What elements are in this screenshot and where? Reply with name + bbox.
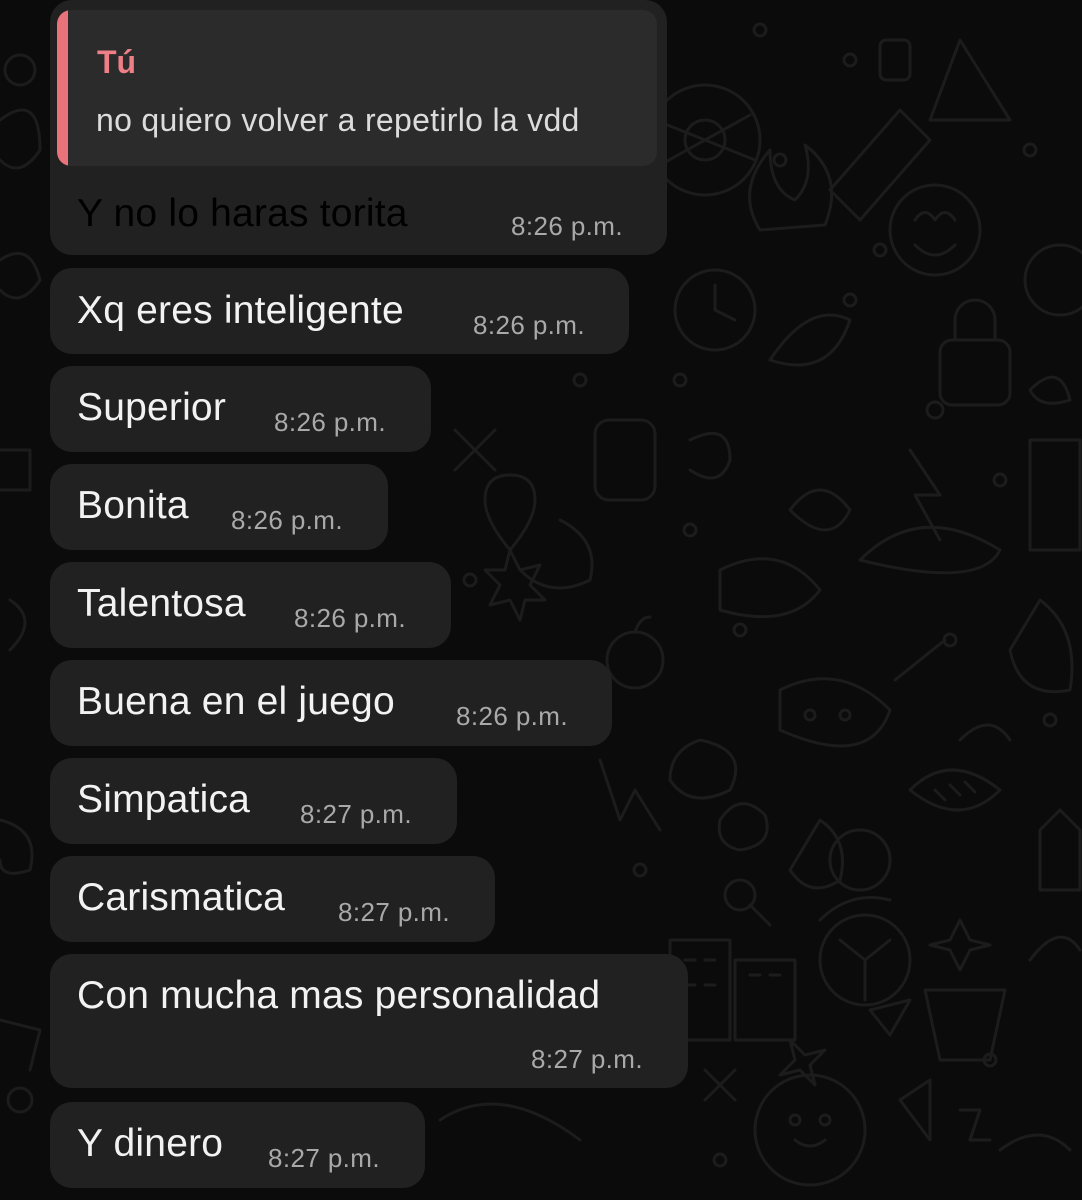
message-timestamp: 8:26 p.m. [274,407,386,437]
message-text: Bonita [77,484,189,527]
message-timestamp: 8:26 p.m. [231,505,343,535]
reply-quote-accent-bar [57,10,68,166]
message-text: Superior [77,386,227,429]
message-bubble[interactable]: Simpatica 8:27 p.m. [50,758,457,844]
chat-message-list: Tú no quiero volver a repetirlo la vdd Y… [0,0,1082,1200]
message-bubble[interactable]: Bonita 8:26 p.m. [50,464,388,550]
message-text: Con mucha mas personalidad [77,974,601,1017]
message-text: Y no lo haras torita [77,192,408,235]
message-bubble[interactable]: Xq eres inteligente 8:26 p.m. [50,268,629,354]
message-timestamp: 8:27 p.m. [338,897,450,927]
message-bubble[interactable]: Y dinero 8:27 p.m. [50,1102,425,1188]
reply-quote-author: Tú [97,44,137,80]
message-text: Talentosa [77,582,246,625]
message-text: Y dinero [77,1122,224,1165]
message-bubble[interactable]: Con mucha mas personalidad 8:27 p.m. [50,954,688,1088]
message-timestamp: 8:27 p.m. [300,799,412,829]
message-text: Simpatica [77,778,251,821]
message-bubble[interactable]: Superior 8:26 p.m. [50,366,431,452]
message-timestamp: 8:26 p.m. [511,211,623,241]
message-text: Carismatica [77,876,286,919]
message-bubble[interactable]: Carismatica 8:27 p.m. [50,856,495,942]
message-timestamp: 8:27 p.m. [531,1044,643,1074]
message-text: Xq eres inteligente [77,289,404,332]
message-bubble[interactable]: Talentosa 8:26 p.m. [50,562,451,648]
message-timestamp: 8:26 p.m. [294,603,406,633]
message-text: Buena en el juego [77,680,395,723]
message-bubble[interactable]: Buena en el juego 8:26 p.m. [50,660,612,746]
message-timestamp: 8:27 p.m. [268,1143,380,1173]
message-timestamp: 8:26 p.m. [456,701,568,731]
message-timestamp: 8:26 p.m. [473,310,585,340]
reply-quote-text: no quiero volver a repetirlo la vdd [96,102,580,138]
reply-quote[interactable]: Tú no quiero volver a repetirlo la vdd [57,10,657,166]
